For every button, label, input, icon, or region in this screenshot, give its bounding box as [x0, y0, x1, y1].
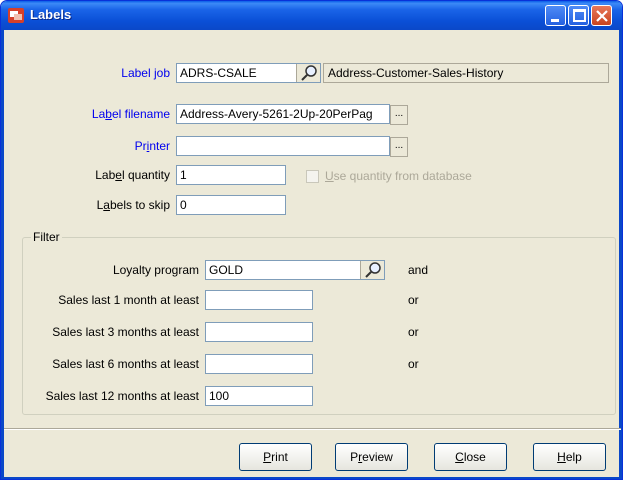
title-bar[interactable]: Labels [1, 1, 622, 30]
label-job-lookup-button[interactable] [296, 64, 320, 82]
label-quantity-input[interactable]: 1 [176, 165, 286, 185]
label-filename-input[interactable]: Address-Avery-5261-2Up-20PerPag [176, 104, 390, 124]
filter-group-title: Filter [31, 230, 62, 244]
loyalty-program-lookup-button[interactable] [360, 261, 384, 279]
label-job-description: Address-Customer-Sales-History [323, 63, 609, 83]
preview-button[interactable]: Preview [335, 443, 408, 471]
loyalty-conjunction: and [408, 263, 429, 277]
labels-to-skip-label: Labels to skip [96, 198, 170, 212]
sales-filter-input[interactable] [205, 322, 313, 342]
separator-highlight [4, 429, 621, 430]
app-icon [8, 8, 24, 23]
sales-filter-input[interactable] [205, 290, 313, 310]
minimize-icon [551, 19, 559, 22]
loyalty-program-label: Loyalty program [112, 263, 199, 277]
sales-filter-input[interactable]: 100 [205, 386, 313, 406]
magnifier-icon [301, 65, 317, 81]
label-filename-browse-button[interactable]: ... [390, 105, 408, 125]
label-quantity-label: Label quantity [95, 168, 170, 182]
close-icon [596, 10, 608, 22]
maximize-button[interactable] [568, 5, 589, 26]
window-frame-left [1, 30, 4, 479]
close-button[interactable]: Close [434, 443, 507, 471]
use-quantity-label: Use quantity from database [325, 169, 472, 183]
window-title: Labels [30, 7, 72, 22]
label-job-label[interactable]: Label job [41, 66, 170, 80]
sales-filter-label: Sales last 1 month at least [58, 293, 199, 307]
label-filename-label[interactable]: Label filename [41, 107, 170, 121]
maximize-icon [573, 9, 586, 22]
sales-filter-conjunction: or [408, 293, 419, 307]
sales-filter-conjunction: or [408, 325, 419, 339]
sales-filter-label: Sales last 12 months at least [45, 389, 199, 403]
label-job-input[interactable]: ADRS-CSALE [176, 63, 321, 83]
labels-window: Labels Label job ADRS-CSALE Address-Cust… [0, 0, 623, 480]
help-button[interactable]: Help [533, 443, 606, 471]
use-quantity-checkbox[interactable] [306, 170, 319, 183]
labels-to-skip-input[interactable]: 0 [176, 195, 286, 215]
ellipsis-icon: ... [394, 140, 404, 151]
print-button[interactable]: Print [239, 443, 312, 471]
sales-filter-input[interactable] [205, 354, 313, 374]
minimize-button[interactable] [545, 5, 566, 26]
printer-label[interactable]: Printer [41, 139, 170, 153]
printer-input[interactable] [176, 136, 390, 156]
sales-filter-label: Sales last 6 months at least [52, 357, 199, 371]
loyalty-program-input[interactable]: GOLD [205, 260, 385, 280]
printer-browse-button[interactable]: ... [390, 137, 408, 157]
sales-filter-conjunction: or [408, 357, 419, 371]
ellipsis-icon: ... [394, 108, 404, 119]
magnifier-icon [365, 262, 381, 278]
sales-filter-label: Sales last 3 months at least [52, 325, 199, 339]
close-window-button[interactable] [591, 5, 612, 26]
window-frame-right [619, 30, 622, 479]
